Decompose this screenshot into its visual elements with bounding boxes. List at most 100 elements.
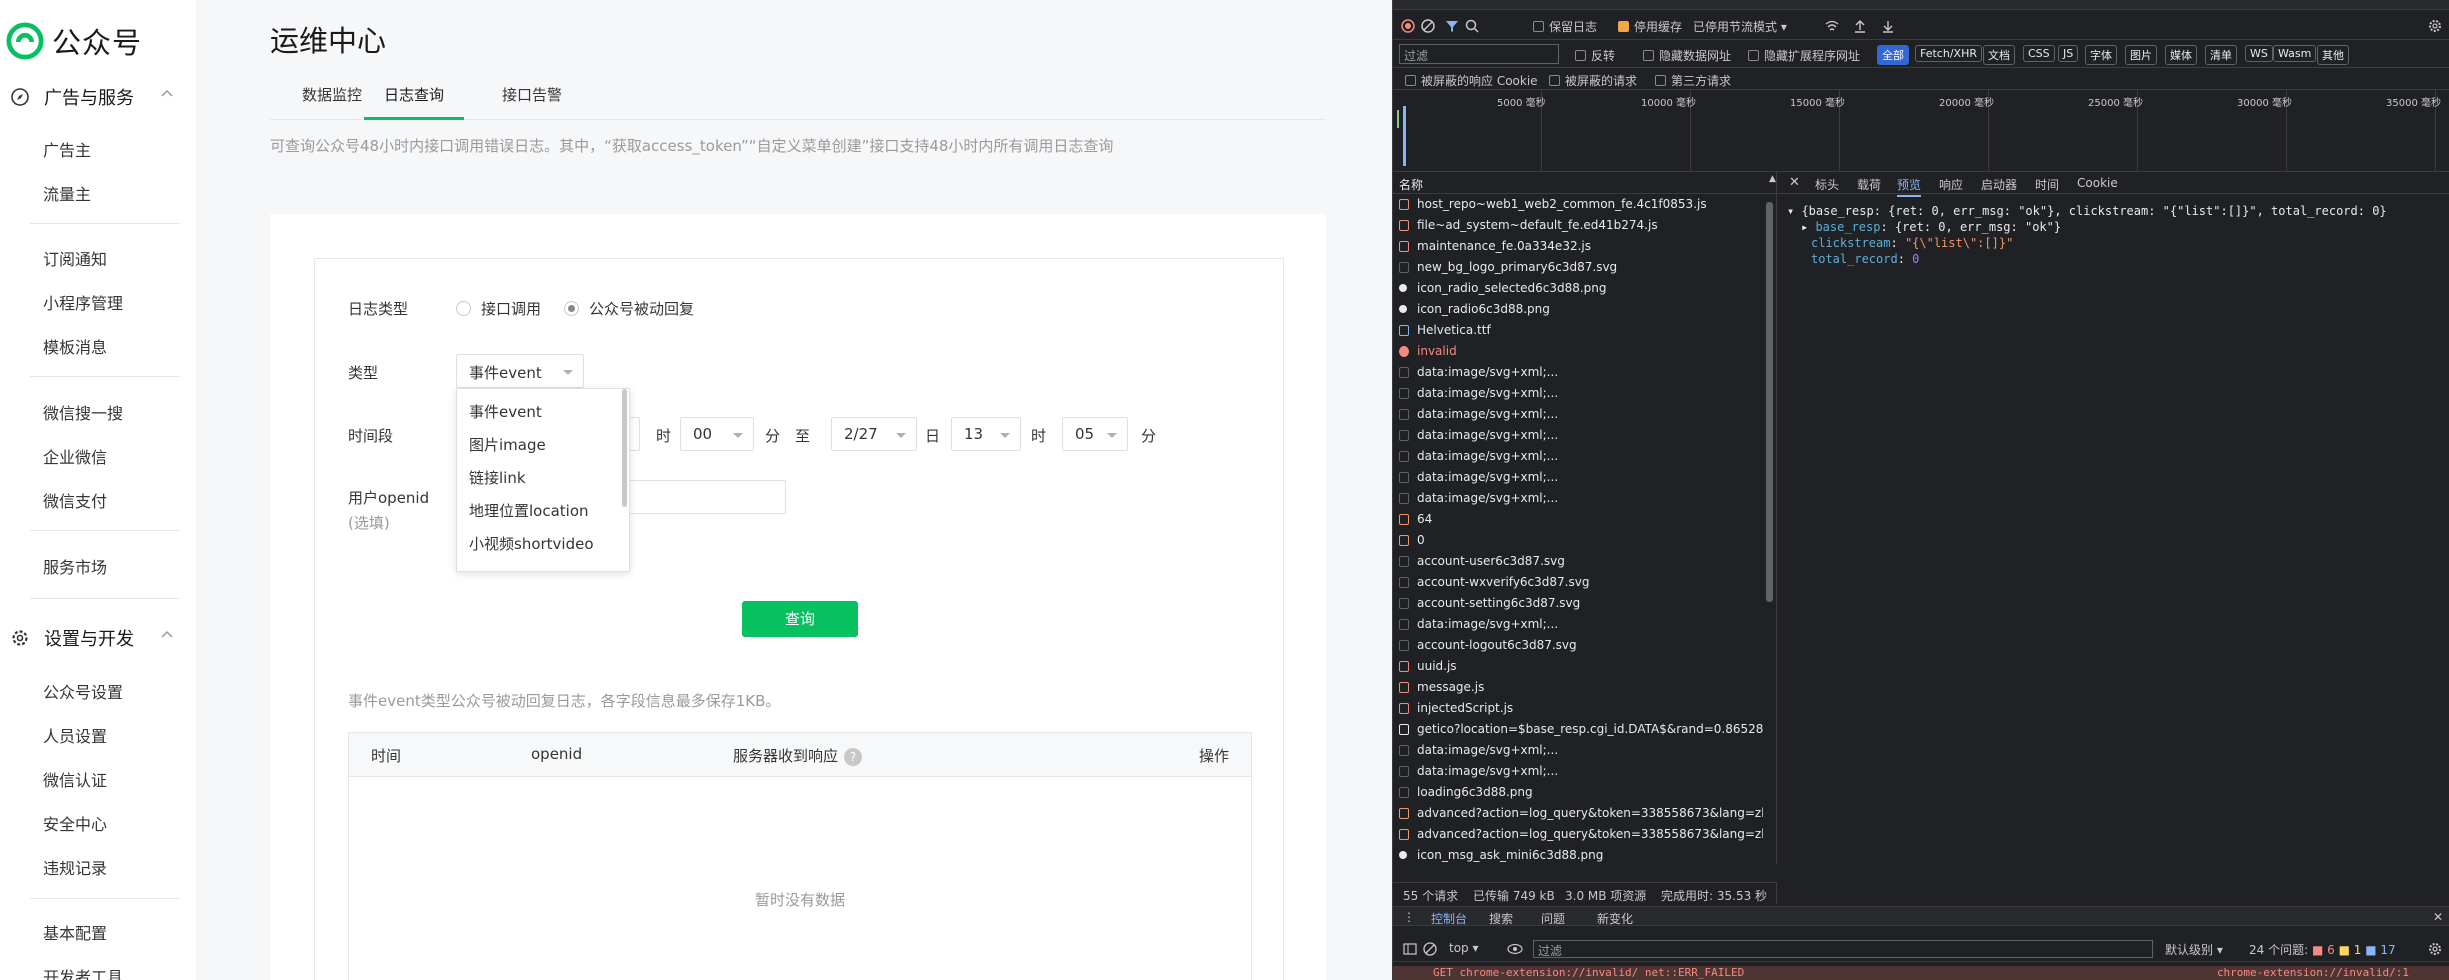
sidebar-item-miniprogram[interactable]: 小程序管理 xyxy=(43,290,123,314)
type-filter-img[interactable]: 图片 xyxy=(2125,45,2157,65)
console-filter-input[interactable]: 过滤 xyxy=(1533,940,2153,958)
request-row[interactable]: account-wxverify6c3d87.svg xyxy=(1393,572,1763,593)
sidebar-item-wecom[interactable]: 企业微信 xyxy=(43,444,107,468)
hide-data-urls-checkbox[interactable]: 隐藏数据网址 xyxy=(1643,47,1731,64)
type-filter-wasm[interactable]: Wasm xyxy=(2273,45,2317,62)
request-row[interactable]: Helvetica.ttf xyxy=(1393,320,1763,341)
scroll-up-icon[interactable]: ▲ xyxy=(1769,174,1776,184)
type-filter-ws[interactable]: WS xyxy=(2245,45,2273,62)
disable-cache-checkbox[interactable]: 停用缓存 xyxy=(1618,18,1682,35)
end-date-select[interactable]: 2/27 xyxy=(831,417,917,451)
sidebar-item-template-msg[interactable]: 模板消息 xyxy=(43,334,107,358)
request-row[interactable]: advanced?action=log_query&token=33855867… xyxy=(1393,824,1763,845)
drawer-tab-console[interactable]: 控制台 xyxy=(1431,910,1467,927)
dropdown-option-image[interactable]: 图片image xyxy=(469,434,546,455)
drawer-tab-issues[interactable]: 问题 xyxy=(1541,910,1565,927)
request-row[interactable]: maintenance_fe.0a334e32.js xyxy=(1393,236,1763,257)
type-filter-font[interactable]: 字体 xyxy=(2085,45,2117,65)
request-row[interactable]: loading6c3d88.png xyxy=(1393,782,1763,803)
request-row[interactable]: data:image/svg+xml;... xyxy=(1393,488,1763,509)
sidebar-item-search[interactable]: 微信搜一搜 xyxy=(43,400,123,424)
issues-counter[interactable]: 24 个问题: ■ 6 ■ 1 ■ 17 xyxy=(2249,941,2396,958)
radio-api-call[interactable]: 接口调用 xyxy=(456,298,541,319)
sidebar-item-basic-config[interactable]: 基本配置 xyxy=(43,920,107,944)
sidebar-item-market[interactable]: 服务市场 xyxy=(43,554,107,578)
context-select[interactable]: top ▾ xyxy=(1449,941,1479,955)
request-row[interactable]: data:image/svg+xml;... xyxy=(1393,614,1763,635)
network-filter-input[interactable]: 过滤 xyxy=(1399,44,1559,64)
dropdown-option-shortvideo[interactable]: 小视频shortvideo xyxy=(469,533,594,554)
download-icon[interactable] xyxy=(1881,19,1895,33)
type-filter-all[interactable]: 全部 xyxy=(1877,45,1909,65)
request-row[interactable]: data:image/svg+xml;... xyxy=(1393,467,1763,488)
request-row[interactable]: file~ad_system~default_fe.ed41b274.js xyxy=(1393,215,1763,236)
detail-tab-response[interactable]: 响应 xyxy=(1939,176,1963,193)
request-row[interactable]: getico?location=$base_resp.cgi_id.DATA$&… xyxy=(1393,719,1763,740)
search-icon[interactable] xyxy=(1465,19,1479,33)
request-row[interactable]: data:image/svg+xml;... xyxy=(1393,383,1763,404)
column-name[interactable]: 名称 xyxy=(1399,176,1423,193)
sidebar-toggle-icon[interactable] xyxy=(1403,942,1417,956)
sidebar-item-violations[interactable]: 违规记录 xyxy=(43,855,107,879)
close-icon[interactable]: ✕ xyxy=(1789,175,1800,190)
end-minute-select[interactable]: 05 xyxy=(1062,417,1128,451)
drawer-menu-icon[interactable]: ⋮ xyxy=(1403,910,1415,924)
dropdown-option-link[interactable]: 链接link xyxy=(469,467,526,488)
tab-data-monitor[interactable]: 数据监控 xyxy=(302,84,362,117)
console-error-message[interactable]: GET chrome-extension://invalid/ net::ERR… xyxy=(1393,966,2449,980)
settings-gear-icon[interactable] xyxy=(2428,19,2442,33)
blocked-requests-checkbox[interactable]: 被屏蔽的请求 xyxy=(1549,72,1637,89)
start-minute-select[interactable]: 00 xyxy=(680,417,754,451)
request-row[interactable]: data:image/svg+xml;... xyxy=(1393,362,1763,383)
request-row[interactable]: data:image/svg+xml;... xyxy=(1393,446,1763,467)
eye-icon[interactable] xyxy=(1507,942,1523,956)
type-filter-js[interactable]: JS xyxy=(2058,45,2079,62)
request-row[interactable]: account-logout6c3d87.svg xyxy=(1393,635,1763,656)
end-hour-select[interactable]: 13 xyxy=(951,417,1021,451)
request-row[interactable]: data:image/svg+xml;... xyxy=(1393,761,1763,782)
request-row[interactable]: message.js xyxy=(1393,677,1763,698)
log-level-select[interactable]: 默认级别 ▾ xyxy=(2165,941,2223,958)
request-row[interactable]: icon_radio_selected6c3d88.png xyxy=(1393,278,1763,299)
dropdown-option-event[interactable]: 事件event xyxy=(469,401,542,422)
hide-ext-urls-checkbox[interactable]: 隐藏扩展程序网址 xyxy=(1748,47,1860,64)
detail-tab-timing[interactable]: 时间 xyxy=(2035,176,2059,193)
request-row[interactable]: data:image/svg+xml;... xyxy=(1393,404,1763,425)
throttle-select[interactable]: 已停用节流模式 ▾ xyxy=(1693,18,1787,35)
sidebar-item-publisher[interactable]: 流量主 xyxy=(43,181,91,205)
detail-tab-headers[interactable]: 标头 xyxy=(1815,176,1839,193)
request-list-scrollbar[interactable] xyxy=(1766,202,1773,602)
preserve-log-checkbox[interactable]: 保留日志 xyxy=(1533,18,1597,35)
type-filter-xhr[interactable]: Fetch/XHR xyxy=(1915,45,1982,62)
detail-tab-payload[interactable]: 载荷 xyxy=(1857,176,1881,193)
third-party-checkbox[interactable]: 第三方请求 xyxy=(1655,72,1731,89)
detail-tab-cookie[interactable]: Cookie xyxy=(2077,176,2118,190)
sidebar-item-subscribe-notify[interactable]: 订阅通知 xyxy=(43,246,107,270)
request-row[interactable]: invalid xyxy=(1393,341,1763,362)
radio-passive-reply[interactable]: 公众号被动回复 xyxy=(564,298,694,319)
tab-api-alert[interactable]: 接口告警 xyxy=(502,84,562,117)
drawer-tab-changes[interactable]: 新变化 xyxy=(1597,910,1633,927)
detail-tab-initiator[interactable]: 启动器 xyxy=(1981,176,2017,193)
request-row[interactable]: host_repo~web1_web2_common_fe.4c1f0853.j… xyxy=(1393,194,1763,215)
json-root-line[interactable]: ▾ {base_resp: {ret: 0, err_msg: "ok"}, c… xyxy=(1787,204,2387,218)
wifi-icon[interactable] xyxy=(1825,19,1839,33)
type-filter-manifest[interactable]: 清单 xyxy=(2205,45,2237,65)
settings-gear-icon[interactable] xyxy=(2428,942,2442,956)
type-select[interactable]: 事件event xyxy=(456,354,584,388)
sidebar-group-dev[interactable]: 设置与开发 xyxy=(10,625,190,651)
request-row[interactable]: icon_msg_ask_mini6c3d88.png xyxy=(1393,845,1763,864)
close-icon[interactable]: ✕ xyxy=(2433,910,2443,924)
dropdown-option-location[interactable]: 地理位置location xyxy=(469,500,589,521)
sidebar-item-dev-tools[interactable]: 开发者工具 xyxy=(43,964,123,980)
sidebar-item-verify[interactable]: 微信认证 xyxy=(43,767,107,791)
sidebar-item-account-settings[interactable]: 公众号设置 xyxy=(43,679,123,703)
clear-console-icon[interactable] xyxy=(1423,942,1437,956)
type-filter-other[interactable]: 其他 xyxy=(2317,45,2349,65)
upload-icon[interactable] xyxy=(1853,19,1867,33)
request-row[interactable]: data:image/svg+xml;... xyxy=(1393,740,1763,761)
filter-icon[interactable] xyxy=(1445,19,1459,33)
console-error-source[interactable]: chrome-extension://invalid/:1 xyxy=(2217,966,2409,979)
request-row[interactable]: new_bg_logo_primary6c3d87.svg xyxy=(1393,257,1763,278)
logo[interactable]: 公众号 xyxy=(6,20,142,62)
